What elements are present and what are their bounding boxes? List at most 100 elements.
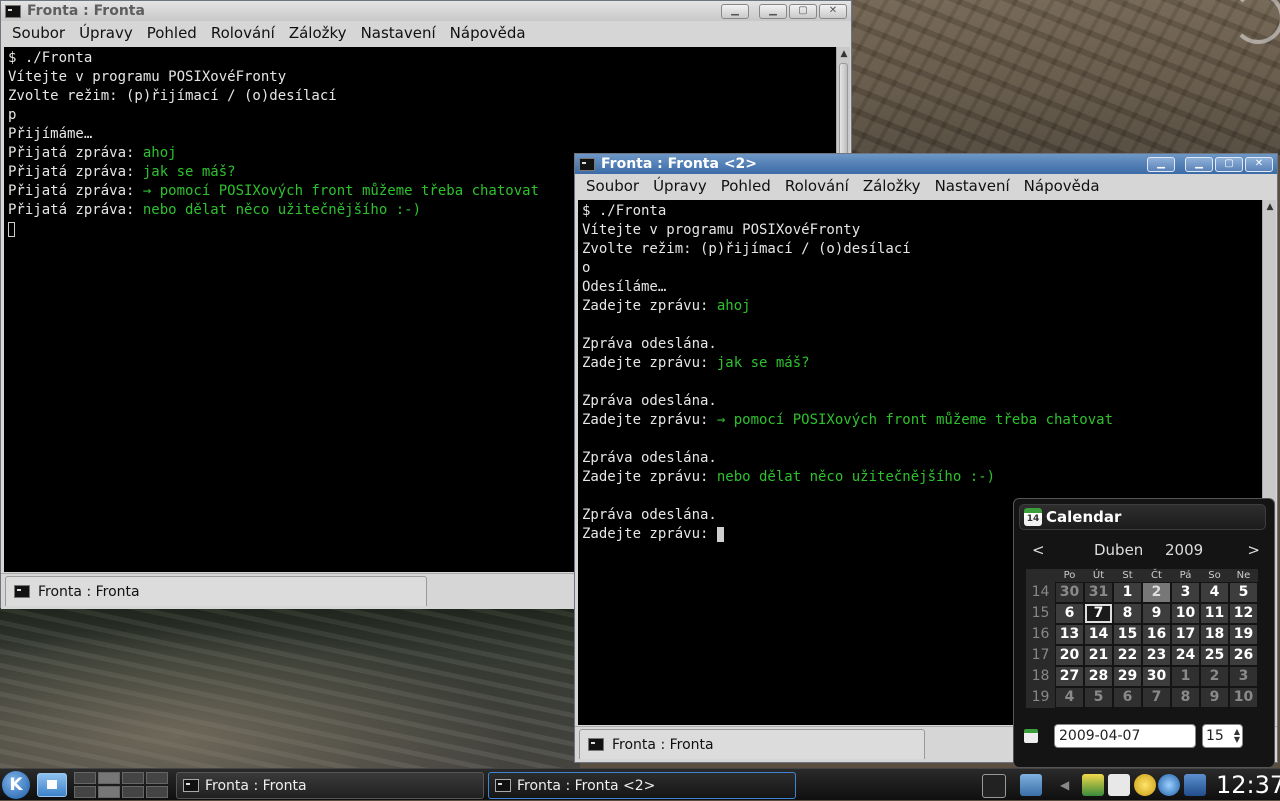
calendar-day[interactable]: 11 — [1201, 604, 1228, 623]
menu-item[interactable]: Záložky — [856, 177, 928, 195]
calendar-day[interactable]: 8 — [1114, 604, 1141, 623]
menu-item[interactable]: Rolování — [778, 177, 856, 195]
konsole-launcher-icon[interactable] — [982, 774, 1006, 798]
display-settings-icon[interactable] — [1184, 774, 1206, 796]
scroll-up-arrow[interactable]: ▲ — [1263, 200, 1277, 214]
calendar-day[interactable]: 22 — [1114, 646, 1141, 665]
calendar-day[interactable]: 3 — [1172, 583, 1199, 602]
calendar-day[interactable]: 20 — [1056, 646, 1083, 665]
kopete-icon[interactable] — [1158, 774, 1180, 796]
calendar-day[interactable]: 19 — [1230, 625, 1257, 644]
spin-arrows[interactable]: ▲ ▼ — [1234, 728, 1240, 744]
menu-item[interactable]: Záložky — [282, 24, 354, 42]
close-button[interactable]: ✕ — [1245, 156, 1273, 172]
date-picker-icon[interactable] — [1024, 729, 1038, 743]
minimize-button[interactable]: ▁ — [1185, 156, 1213, 172]
calendar-day[interactable]: 10 — [1172, 604, 1199, 623]
calendar-day[interactable]: 1 — [1114, 583, 1141, 602]
calendar-day[interactable]: 2 — [1143, 583, 1170, 602]
calendar-day[interactable]: 14 — [1085, 625, 1112, 644]
tray-expand-icon[interactable]: ◀ — [1060, 774, 1070, 796]
calendar-day[interactable]: 4 — [1201, 583, 1228, 602]
calendar-day[interactable]: 7 — [1143, 688, 1170, 707]
menu-item[interactable]: Pohled — [140, 24, 204, 42]
pager-desktop-1[interactable] — [74, 772, 96, 784]
menu-item[interactable]: Pohled — [714, 177, 778, 195]
taskbar-clock[interactable]: 12:37 — [1216, 769, 1280, 801]
calendar-day[interactable]: 4 — [1056, 688, 1083, 707]
calendar-day[interactable]: 9 — [1201, 688, 1228, 707]
menu-item[interactable]: Úpravy — [646, 177, 714, 195]
calendar-day[interactable]: 1 — [1172, 667, 1199, 686]
calendar-day[interactable]: 6 — [1114, 688, 1141, 707]
calendar-day[interactable]: 27 — [1056, 667, 1083, 686]
session-tab[interactable]: Fronta : Fronta — [5, 576, 427, 606]
menu-item[interactable]: Nastavení — [354, 24, 443, 42]
home-folder-icon[interactable] — [37, 773, 67, 797]
network-monitor-icon[interactable] — [1020, 774, 1042, 796]
menu-item[interactable]: Nápověda — [1017, 177, 1107, 195]
calendar-day[interactable]: 15 — [1114, 625, 1141, 644]
calendar-day[interactable]: 25 — [1201, 646, 1228, 665]
calendar-day[interactable]: 29 — [1114, 667, 1141, 686]
maximize-button[interactable]: ▢ — [1215, 156, 1243, 172]
calendar-day[interactable]: 2 — [1201, 667, 1228, 686]
menu-item[interactable]: Nastavení — [928, 177, 1017, 195]
menu-item[interactable]: Úpravy — [72, 24, 140, 42]
month-label[interactable]: Duben — [1094, 541, 1143, 559]
clipboard-icon[interactable] — [1108, 774, 1130, 796]
calendar-day[interactable]: 3 — [1230, 667, 1257, 686]
session-tab[interactable]: Fronta : Fronta — [579, 729, 925, 759]
calendar-day[interactable]: 24 — [1172, 646, 1199, 665]
calendar-day[interactable]: 10 — [1230, 688, 1257, 707]
calendar-day[interactable]: 18 — [1201, 625, 1228, 644]
scroll-up-arrow[interactable]: ▲ — [837, 47, 851, 61]
taskbar-task-2[interactable]: Fronta : Fronta <2> — [488, 772, 796, 799]
calendar-day[interactable]: 16 — [1143, 625, 1170, 644]
year-label[interactable]: 2009 — [1165, 541, 1203, 559]
calendar-day[interactable]: 6 — [1056, 604, 1083, 623]
calendar-day[interactable]: 12 — [1230, 604, 1257, 623]
close-button[interactable]: ✕ — [819, 3, 847, 19]
calendar-day[interactable]: 26 — [1230, 646, 1257, 665]
next-month-button[interactable]: > — [1247, 541, 1260, 559]
pager-desktop-8[interactable] — [146, 786, 168, 798]
date-field[interactable] — [1054, 724, 1196, 748]
calendar-day[interactable]: 8 — [1172, 688, 1199, 707]
shade-button[interactable]: ▁ — [721, 3, 749, 19]
battery-power-icon[interactable] — [1082, 774, 1104, 796]
calendar-day[interactable]: 31 — [1085, 583, 1112, 602]
shade-button[interactable]: ▁ — [1147, 156, 1175, 172]
pager-desktop-6[interactable] — [98, 786, 120, 798]
menu-item[interactable]: Soubor — [5, 24, 72, 42]
pager-desktop-7[interactable] — [122, 786, 144, 798]
minimize-button[interactable]: ▁ — [759, 3, 787, 19]
maximize-button[interactable]: ▢ — [789, 3, 817, 19]
calendar-day[interactable]: 21 — [1085, 646, 1112, 665]
calendar-day[interactable]: 30 — [1143, 667, 1170, 686]
calendar-day[interactable]: 9 — [1143, 604, 1170, 623]
prev-month-button[interactable]: < — [1032, 541, 1045, 559]
lightbulb-icon[interactable] — [1134, 774, 1156, 796]
window-titlebar[interactable]: Fronta : Fronta <2> ▁ ▁ ▢ ✕ — [575, 154, 1277, 174]
calendar-day[interactable]: 30 — [1056, 583, 1083, 602]
taskbar-task-1[interactable]: Fronta : Fronta — [176, 772, 484, 799]
pager-desktop-3[interactable] — [122, 772, 144, 784]
calendar-day[interactable]: 23 — [1143, 646, 1170, 665]
calendar-day[interactable]: 28 — [1085, 667, 1112, 686]
menu-item[interactable]: Soubor — [579, 177, 646, 195]
pager-desktop-5[interactable] — [74, 786, 96, 798]
pager-desktop-4[interactable] — [146, 772, 168, 784]
week-spinbox[interactable]: 15 ▲ ▼ — [1202, 724, 1243, 748]
calendar-day[interactable]: 5 — [1085, 688, 1112, 707]
k-menu-button[interactable]: K — [2, 771, 30, 799]
calendar-day[interactable]: 13 — [1056, 625, 1083, 644]
menu-item[interactable]: Nápověda — [443, 24, 533, 42]
scroll-thumb[interactable] — [839, 63, 848, 155]
calendar-day[interactable]: 7 — [1085, 604, 1112, 623]
pager-desktop-2[interactable] — [98, 772, 120, 784]
window-titlebar[interactable]: Fronta : Fronta ▁ ▁ ▢ ✕ — [1, 1, 851, 21]
menu-item[interactable]: Rolování — [204, 24, 282, 42]
calendar-day[interactable]: 5 — [1230, 583, 1257, 602]
calendar-day[interactable]: 17 — [1172, 625, 1199, 644]
